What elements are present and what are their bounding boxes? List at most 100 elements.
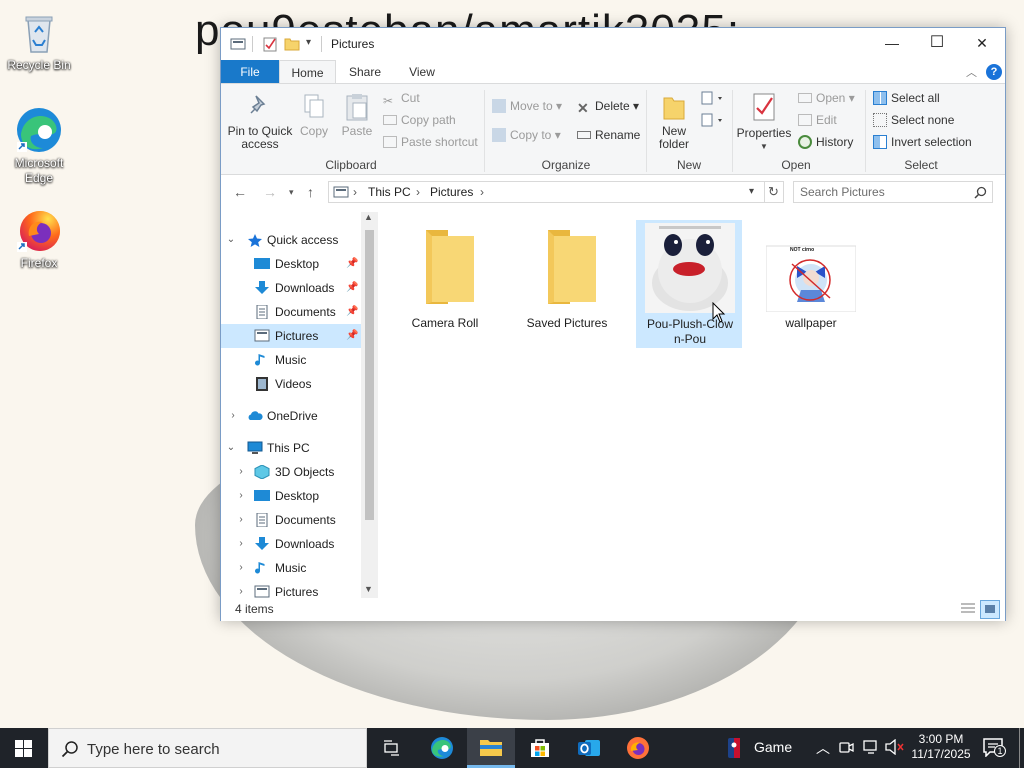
meet-now-icon[interactable] — [838, 738, 854, 759]
nav-qa-downloads[interactable]: Downloads 📌 — [221, 276, 361, 300]
taskbar-file-explorer[interactable] — [467, 728, 515, 768]
breadcrumb-pictures[interactable]: Pictures — [430, 185, 473, 199]
collapsed-chevron-icon[interactable]: › — [235, 580, 247, 598]
qat-customize-icon[interactable]: ▾ — [306, 37, 311, 48]
show-desktop-button[interactable] — [1019, 728, 1020, 768]
minimize-button[interactable]: — — [869, 28, 915, 58]
title-bar[interactable]: ▾ Pictures — ☐ ✕ — [221, 28, 1005, 60]
start-button[interactable] — [0, 728, 48, 768]
scroll-up-icon[interactable]: ▲ — [364, 212, 373, 222]
desktop-icon-recycle-bin[interactable]: Recycle Bin — [3, 8, 75, 73]
network-icon[interactable] — [862, 739, 880, 758]
breadcrumb-this-pc[interactable]: This PC — [368, 185, 411, 199]
forward-arrow-icon[interactable]: → — [263, 184, 277, 200]
nav-this-pc[interactable]: ⌄ This PC — [221, 436, 361, 460]
collapsed-chevron-icon[interactable]: › — [235, 556, 247, 580]
tab-share[interactable]: Share — [336, 60, 394, 84]
taskbar-store[interactable] — [516, 728, 564, 768]
nav-qa-music[interactable]: Music — [221, 348, 361, 372]
pin-icon[interactable]: 📌 — [346, 276, 358, 300]
nav-pc-documents[interactable]: › Documents — [221, 508, 361, 532]
copy-button[interactable]: Copy — [296, 92, 332, 138]
search-icon[interactable] — [974, 186, 987, 199]
recent-locations-icon[interactable]: ▾ — [289, 187, 294, 198]
tab-file[interactable]: File — [221, 60, 279, 84]
taskbar-search-box[interactable] — [48, 728, 367, 768]
new-folder-button[interactable]: New folder — [652, 92, 696, 151]
select-none-button[interactable]: Select none — [873, 111, 954, 129]
nav-qa-desktop[interactable]: Desktop 📌 — [221, 252, 361, 276]
nav-pc-pictures[interactable]: › Pictures — [221, 580, 361, 598]
navigation-scrollbar[interactable]: ▲ ▼ — [361, 212, 378, 598]
notification-center-button[interactable]: 1 — [982, 737, 1006, 759]
nav-qa-pictures[interactable]: Pictures 📌 — [221, 324, 361, 348]
nav-pc-music[interactable]: › Music — [221, 556, 361, 580]
nav-pc-3d-objects[interactable]: › 3D Objects — [221, 460, 361, 484]
edit-button[interactable]: Edit — [798, 111, 837, 129]
maximize-button[interactable]: ☐ — [914, 28, 960, 58]
nav-quick-access[interactable]: ⌄ Quick access — [221, 228, 361, 252]
file-list[interactable]: Camera Roll Saved Pictures Pou-Plush-Clo… — [378, 210, 1005, 598]
taskbar-outlook[interactable] — [565, 728, 613, 768]
file-item-saved-pictures[interactable]: Saved Pictures — [514, 220, 620, 348]
new-item-button[interactable] — [700, 90, 724, 111]
easy-access-button[interactable] — [700, 112, 724, 133]
properties-button[interactable]: Properties ▼ — [736, 92, 792, 153]
task-view-button[interactable] — [368, 728, 416, 768]
back-arrow-icon[interactable]: ← — [233, 184, 247, 200]
taskbar-search-input[interactable] — [87, 739, 347, 759]
open-button[interactable]: Open ▾ — [798, 89, 855, 107]
desktop-icon-firefox[interactable]: Firefox — [3, 206, 75, 271]
desktop-icon-edge[interactable]: Microsoft Edge — [3, 106, 75, 186]
taskbar-edge[interactable] — [418, 728, 466, 768]
collapsed-chevron-icon[interactable]: › — [235, 484, 247, 508]
clock[interactable]: 3:00 PM 11/17/2025 — [911, 732, 971, 762]
nav-qa-videos[interactable]: Videos — [221, 372, 361, 396]
search-box[interactable] — [793, 181, 993, 203]
copy-to-button[interactable]: Copy to ▾ — [492, 126, 561, 144]
pin-icon[interactable]: 📌 — [346, 324, 358, 348]
collapsed-chevron-icon[interactable]: › — [227, 404, 239, 428]
nav-pc-downloads[interactable]: › Downloads — [221, 532, 361, 556]
copy-path-button[interactable]: Copy path — [383, 111, 456, 129]
paste-button[interactable]: Paste — [338, 92, 376, 138]
tab-view[interactable]: View — [394, 60, 450, 84]
nav-qa-documents[interactable]: Documents 📌 — [221, 300, 361, 324]
address-bar[interactable]: › This PC › Pictures › ▾ — [328, 181, 765, 203]
close-button[interactable]: ✕ — [959, 28, 1005, 58]
move-to-button[interactable]: Move to ▾ — [492, 97, 562, 115]
volume-muted-icon[interactable] — [885, 738, 905, 758]
widget-label[interactable]: Game — [754, 739, 792, 755]
collapsed-chevron-icon[interactable]: › — [235, 460, 247, 484]
file-item-pou-plush-clown-pou[interactable]: Pou-Plush-Clow n-Pou — [636, 220, 742, 348]
tab-home[interactable]: Home — [279, 60, 336, 84]
taskbar-firefox[interactable] — [614, 728, 662, 768]
file-item-camera-roll[interactable]: Camera Roll — [392, 220, 498, 348]
file-explorer-window[interactable]: ▾ Pictures — ☐ ✕ File Home Share View ︿ … — [220, 27, 1006, 621]
pin-icon[interactable]: 📌 — [346, 300, 358, 324]
show-hidden-icons-chevron-icon[interactable]: ︿ — [816, 738, 830, 758]
delete-button[interactable]: ✕ Delete ▾ — [577, 97, 639, 115]
scrollbar-thumb[interactable] — [365, 230, 374, 520]
cut-button[interactable]: ✂ Cut — [383, 89, 420, 108]
properties-qat-icon[interactable] — [262, 36, 278, 52]
select-all-button[interactable]: Select all — [873, 89, 940, 107]
invert-selection-button[interactable]: Invert selection — [873, 133, 972, 151]
new-folder-qat-icon[interactable] — [284, 36, 300, 52]
refresh-icon[interactable]: ↻ — [764, 181, 784, 203]
history-button[interactable]: History — [798, 133, 853, 151]
search-input[interactable] — [800, 184, 970, 200]
file-item-wallpaper[interactable]: NOT cirno wallpaper — [758, 220, 864, 348]
collapsed-chevron-icon[interactable]: › — [235, 532, 247, 556]
expanded-chevron-icon[interactable]: ⌄ — [225, 436, 237, 460]
nav-pc-desktop[interactable]: › Desktop — [221, 484, 361, 508]
help-icon[interactable]: ? — [986, 64, 1002, 80]
address-dropdown-icon[interactable]: ▾ — [749, 186, 754, 197]
pin-to-quick-access-button[interactable]: Pin to Quick access — [227, 92, 293, 151]
large-icons-view-icon[interactable] — [980, 600, 1000, 619]
scroll-down-icon[interactable]: ▼ — [364, 584, 373, 594]
collapsed-chevron-icon[interactable]: › — [235, 508, 247, 532]
details-view-icon[interactable] — [959, 601, 979, 619]
collapse-ribbon-icon[interactable]: ︿ — [966, 64, 977, 80]
nav-onedrive[interactable]: › OneDrive — [221, 404, 361, 428]
